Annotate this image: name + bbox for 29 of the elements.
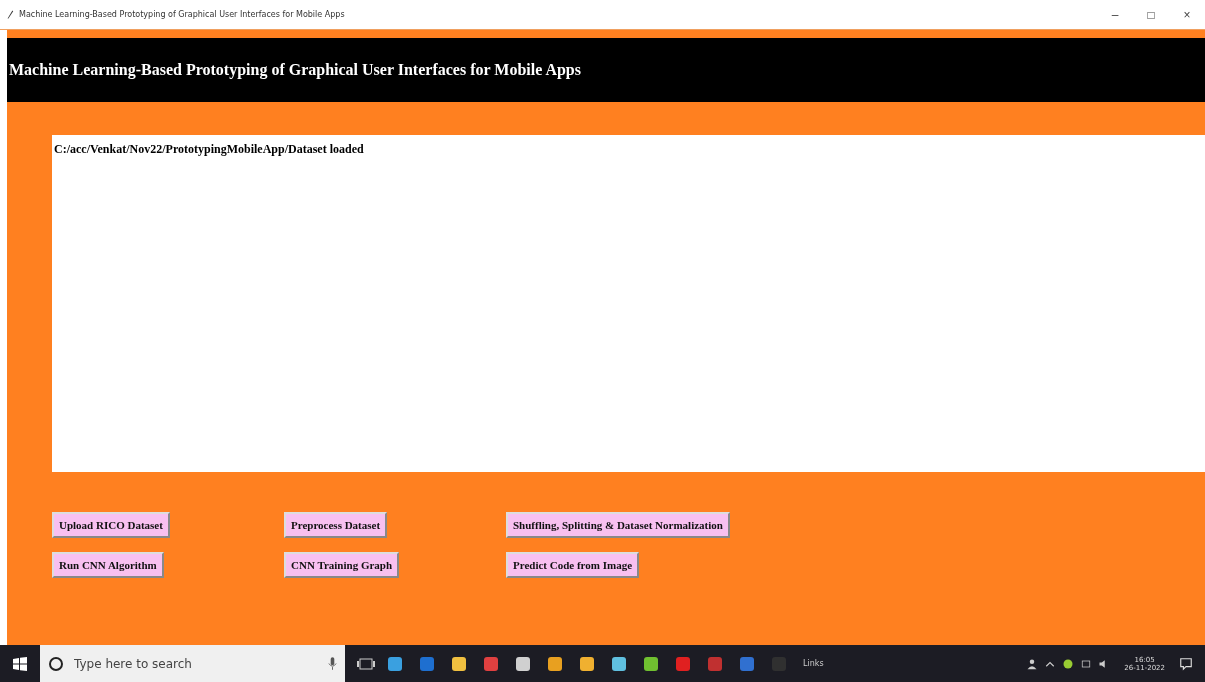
output-text-area[interactable]: C:/acc/Venkat/Nov22/PrototypingMobileApp/Dataset loaded	[52, 135, 1205, 472]
app-icon[interactable]	[451, 655, 467, 672]
search-field[interactable]: Type here to search	[72, 655, 328, 672]
app-icon[interactable]	[611, 655, 627, 672]
output-text: C:/acc/Venkat/Nov22/PrototypingMobileApp/Dataset loaded	[54, 142, 364, 156]
app-icon[interactable]	[387, 655, 403, 672]
status-circle-icon[interactable]	[1062, 657, 1075, 670]
app-icon[interactable]	[547, 655, 563, 672]
window-control-button[interactable]: –	[1097, 0, 1133, 29]
notification-icon[interactable]	[1179, 656, 1193, 671]
action-button[interactable]: Preprocess Dataset	[284, 512, 388, 538]
action-button[interactable]: CNN Training Graph	[284, 552, 400, 578]
action-button[interactable]: Shuffling, Splitting & Dataset Normalization	[506, 512, 730, 538]
windows-start-icon[interactable]	[12, 655, 28, 672]
app-icon[interactable]	[515, 655, 531, 672]
app-title: Machine Learning-Based Prototyping of Graphical User Interfaces for Mobile Apps	[9, 61, 581, 79]
circle-icon	[48, 655, 64, 672]
window-control-button[interactable]: □	[1133, 0, 1169, 29]
window-control-button[interactable]: ×	[1169, 0, 1205, 29]
window-title: Machine Learning-Based Prototyping of Graphical User Interfaces for Mobile Apps	[19, 10, 345, 19]
action-button[interactable]: Upload RICO Dataset	[52, 512, 170, 538]
app-icon[interactable]	[643, 655, 659, 672]
microphone-icon[interactable]	[328, 656, 337, 671]
action-button[interactable]: Run CNN Algorithm	[52, 552, 164, 578]
links-label[interactable]: Links	[803, 659, 824, 668]
search-bar[interactable]: Type here to search	[40, 645, 345, 682]
app-icon[interactable]	[579, 655, 595, 672]
person-icon[interactable]	[1026, 657, 1039, 670]
action-button[interactable]: Predict Code from Image	[506, 552, 640, 578]
